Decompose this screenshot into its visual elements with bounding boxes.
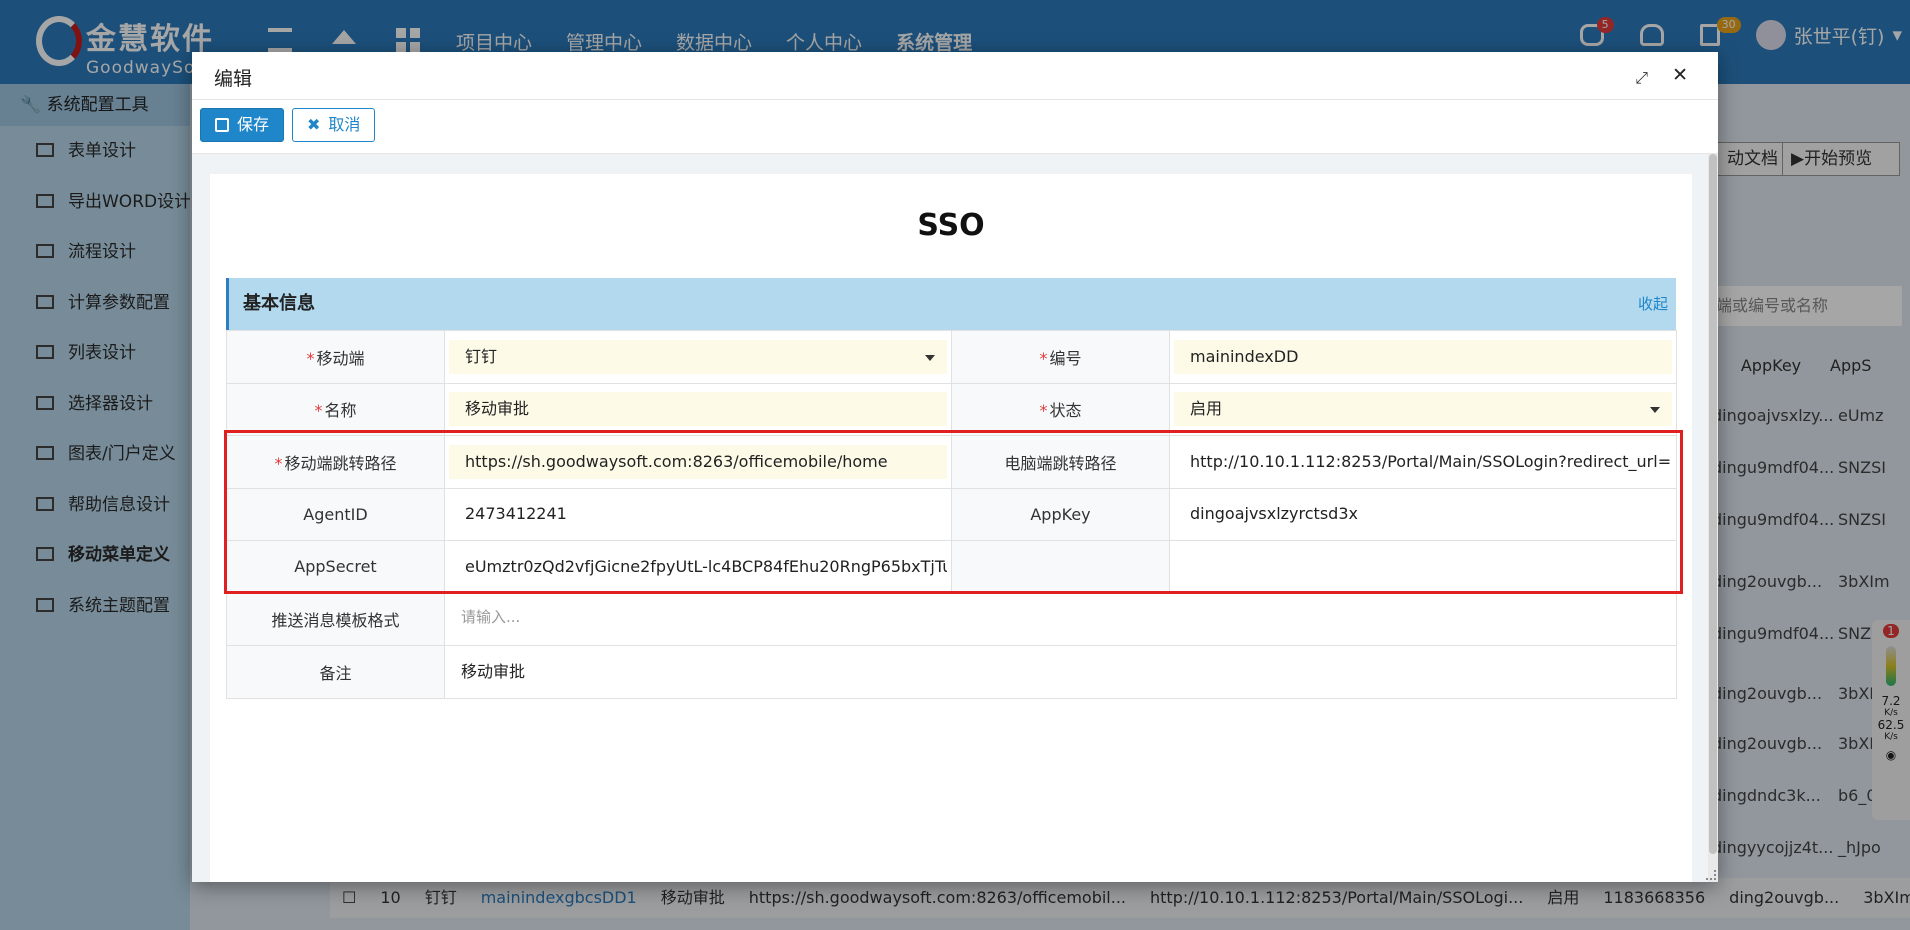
appsecret-label: AppSecret (226, 540, 445, 594)
status-select[interactable]: 启用 (1174, 392, 1672, 427)
section-header: 基本信息 收起 (226, 278, 1676, 330)
template-textarea[interactable]: 请输入... (445, 594, 1676, 646)
remark-textarea[interactable]: 移动审批 (445, 646, 1676, 698)
scrollbar-thumb[interactable] (1709, 154, 1717, 854)
save-label: 保存 (237, 115, 270, 134)
collapse-link[interactable]: 收起 (1638, 278, 1668, 330)
cancel-button[interactable]: ✖ 取消 (292, 108, 376, 142)
close-icon: ✖ (307, 115, 321, 134)
section-title: 基本信息 (243, 293, 315, 314)
basic-info-section: 基本信息 收起 * 移动端 钉钉 * 编号 mainindexDD * 名称 移动审批… (226, 278, 1677, 699)
dialog-title: 编辑 (214, 68, 253, 90)
code-input[interactable]: mainindexDD (1174, 339, 1672, 374)
form-row: AppSecret eUmztr0zQd2vfjGicne2fpyUtL-lc4… (226, 540, 1677, 594)
form-row: * 移动端 钉钉 * 编号 mainindexDD (226, 330, 1677, 384)
resize-handle[interactable] (1706, 870, 1716, 880)
edit-dialog: 编辑 ⤢ ✕ 保存 ✖ 取消 SSO 基本信息 收起 * 移动端 钉钉 * 编号… (192, 52, 1718, 882)
form-row: * 移动端跳转路径 https://sh.goodwaysoft.com:8263… (226, 435, 1677, 489)
form-row: AgentID 2473412241 AppKey dingoajvsxlzyr… (226, 487, 1677, 541)
expand-icon[interactable]: ⤢ (1635, 68, 1648, 88)
remark-label: 备注 (226, 645, 445, 699)
name-label: * 名称 (226, 382, 445, 436)
empty-value-cell (1169, 540, 1677, 594)
form-table: * 移动端 钉钉 * 编号 mainindexDD * 名称 移动审批 * 状态 启用 … (226, 330, 1677, 699)
agentid-label: AgentID (226, 487, 445, 541)
pc-url-input[interactable]: http://10.10.1.112:8253/Portal/Main/SSOL… (1174, 445, 1672, 479)
mobile-select[interactable]: 钉钉 (449, 339, 947, 374)
dialog-toolbar: 保存 ✖ 取消 (192, 100, 1718, 154)
dialog-header: 编辑 ⤢ ✕ (192, 52, 1718, 100)
appkey-input[interactable]: dingoajvsxlzyrctsd3x (1174, 497, 1672, 531)
mobile-label: * 移动端 (226, 330, 445, 384)
code-label: * 编号 (951, 330, 1170, 384)
form-title: SSO (917, 208, 985, 243)
dropdown-caret-icon (1650, 407, 1660, 414)
dialog-body[interactable]: SSO 基本信息 收起 * 移动端 钉钉 * 编号 mainindexDD * 名称 (192, 154, 1718, 882)
form-row: 备注 移动审批 (226, 645, 1677, 699)
pc-url-label: 电脑端跳转路径 (951, 435, 1170, 489)
form-card: SSO 基本信息 收起 * 移动端 钉钉 * 编号 mainindexDD * 名称 (210, 174, 1692, 882)
template-label: 推送消息模板格式 (226, 592, 445, 646)
agentid-input[interactable]: 2473412241 (449, 497, 947, 531)
mobile-url-input[interactable]: https://sh.goodwaysoft.com:8263/officemo… (449, 444, 947, 479)
save-icon (215, 118, 229, 132)
appkey-label: AppKey (951, 487, 1170, 541)
empty-label-cell (951, 540, 1170, 594)
form-row: * 名称 移动审批 * 状态 启用 (226, 382, 1677, 436)
cancel-label: 取消 (328, 115, 361, 134)
save-button[interactable]: 保存 (200, 108, 285, 142)
name-input[interactable]: 移动审批 (449, 392, 947, 427)
dropdown-caret-icon (925, 354, 935, 361)
appsecret-input[interactable]: eUmztr0zQd2vfjGicne2fpyUtL-lc4BCP84fEhu2… (449, 550, 947, 584)
close-icon[interactable]: ✕ (1672, 64, 1688, 86)
form-row: 推送消息模板格式 请输入... (226, 592, 1677, 646)
status-label: * 状态 (951, 382, 1170, 436)
mobile-url-label: * 移动端跳转路径 (226, 435, 445, 489)
vertical-scrollbar[interactable] (1708, 154, 1718, 882)
